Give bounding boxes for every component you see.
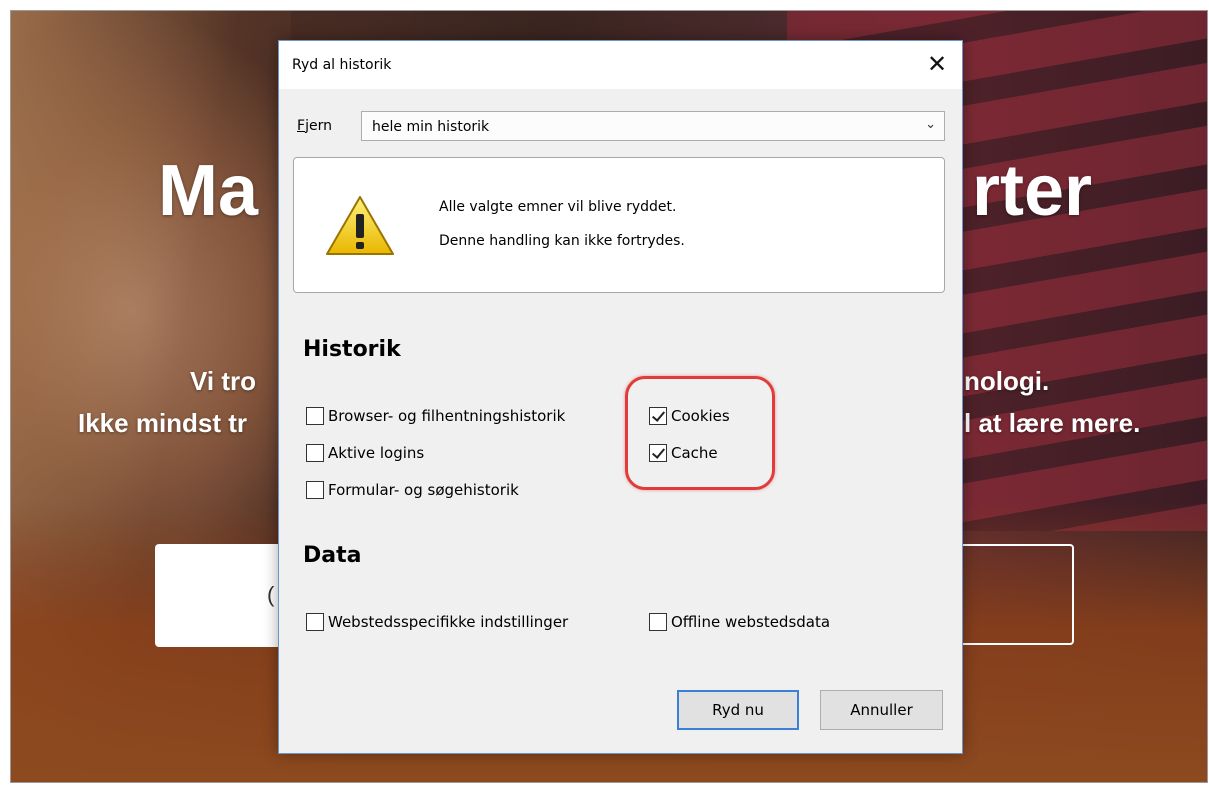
checkbox-box-checked[interactable] — [649, 407, 667, 425]
page-subtitle-line1-right: nologi. — [964, 366, 1050, 396]
checkbox-form-search-history[interactable]: Formular- og søgehistorik — [306, 481, 519, 499]
checkbox-box[interactable] — [306, 444, 324, 462]
page-subtitle-line1-left: Vi tro — [190, 366, 256, 396]
checkbox-label: Browser- og filhentningshistorik — [328, 407, 566, 425]
dialog-title: Ryd al historik — [292, 57, 392, 73]
warning-triangle-icon — [326, 196, 394, 255]
annotation-highlight-ring — [625, 376, 775, 490]
checkbox-box[interactable] — [306, 481, 324, 499]
checkbox-label: Formular- og søgehistorik — [328, 481, 519, 499]
close-icon: ✕ — [926, 50, 948, 78]
checkbox-site-settings[interactable]: Webstedsspecifikke indstillinger — [306, 613, 568, 631]
checkbox-cookies[interactable]: Cookies — [649, 407, 730, 425]
cancel-button[interactable]: Annuller — [820, 690, 943, 730]
clear-now-button[interactable]: Ryd nu — [677, 690, 799, 730]
page-subtitle-line2-right: l at lære mere. — [964, 408, 1141, 438]
checkbox-box-checked[interactable] — [649, 444, 667, 462]
checkbox-browser-history[interactable]: Browser- og filhentningshistorik — [306, 407, 565, 425]
time-range-value: hele min historik — [372, 119, 490, 135]
checkbox-active-logins[interactable]: Aktive logins — [306, 444, 424, 462]
checkbox-box[interactable] — [306, 407, 324, 425]
time-range-select[interactable]: hele min historik ⌄ — [361, 111, 945, 141]
data-section-heading: Data — [303, 543, 362, 568]
checkbox-label: Cache — [671, 444, 718, 462]
checkbox-offline-data[interactable]: Offline webstedsdata — [649, 613, 830, 631]
warning-box: Alle valgte emner vil blive ryddet. Denn… — [293, 157, 945, 293]
close-button[interactable]: ✕ — [920, 49, 954, 79]
dialog-titlebar[interactable]: Ryd al historik ✕ — [279, 41, 962, 89]
warning-text-line2: Denne handling kan ikke fortrydes. — [439, 233, 685, 249]
checkbox-label: Offline webstedsdata — [671, 613, 831, 631]
remove-label-accesskey: F — [297, 118, 306, 134]
checkbox-box[interactable] — [649, 613, 667, 631]
page-heading-fragment-right: rter — [972, 151, 1093, 231]
checkbox-label: Webstedsspecifikke indstillinger — [328, 613, 569, 631]
history-section-heading: Historik — [303, 337, 401, 362]
checkbox-box[interactable] — [306, 613, 324, 631]
page-primary-button-label-fragment: ( — [267, 582, 275, 607]
checkbox-cache[interactable]: Cache — [649, 444, 718, 462]
remove-label-rest: jern — [305, 118, 332, 134]
remove-label: Fjern — [297, 118, 332, 134]
page-subtitle-line2-left: Ikke mindst tr — [78, 408, 248, 438]
warning-text-line1: Alle valgte emner vil blive ryddet. — [439, 199, 677, 215]
checkbox-label: Cookies — [671, 407, 730, 425]
chevron-down-icon: ⌄ — [925, 117, 936, 132]
page-heading-fragment-left: Ma — [158, 151, 259, 231]
checkbox-label: Aktive logins — [328, 444, 425, 462]
clear-history-dialog: Ryd al historik ✕ Fjern hele min histori… — [278, 40, 963, 754]
